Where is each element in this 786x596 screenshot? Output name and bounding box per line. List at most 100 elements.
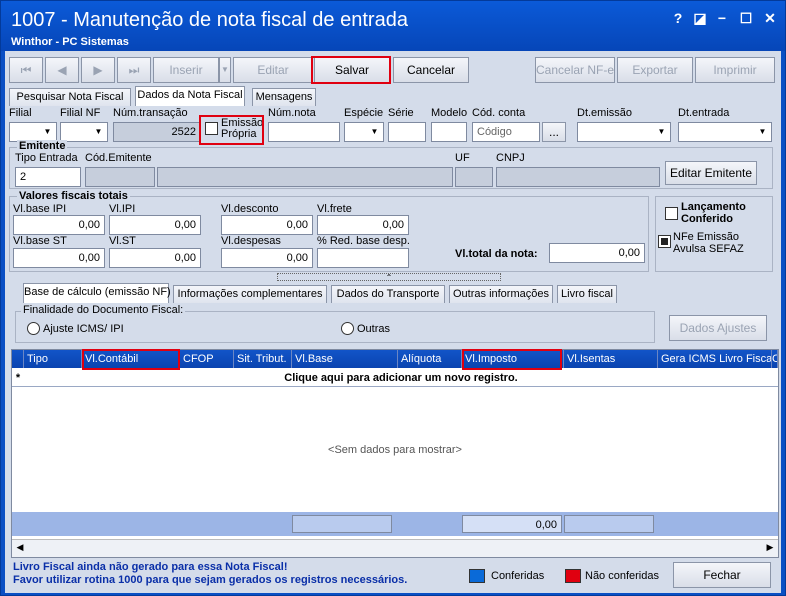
tab-outras-informacoes[interactable]: Outras informações — [449, 285, 553, 303]
vl-base-st-field[interactable]: 0,00 — [13, 248, 105, 268]
especie-select[interactable]: ▼ — [344, 122, 384, 142]
last-record-button[interactable]: ⏭ — [117, 57, 151, 83]
help-icon[interactable]: ? — [669, 9, 687, 27]
col-vl-isentas[interactable]: Vl.Isentas — [564, 350, 658, 368]
vl-ipi-field[interactable]: 0,00 — [109, 215, 201, 235]
editar-emitente-button[interactable]: Editar Emitente — [665, 161, 757, 185]
close-icon[interactable]: ✕ — [761, 9, 779, 27]
new-row-icon: * — [15, 372, 21, 384]
conferidas-swatch — [469, 569, 485, 583]
conferidas-label: Conferidas — [491, 570, 545, 582]
scroll-left-icon[interactable]: ◀ — [14, 542, 26, 555]
valores-title: Valores fiscais totais — [17, 190, 130, 202]
first-record-button[interactable]: ⏮ — [9, 57, 43, 83]
filial-nf-select[interactable]: ▼ — [60, 122, 108, 142]
outras-radio[interactable] — [341, 322, 354, 335]
chevron-down-icon: ▼ — [43, 127, 52, 136]
uf-field — [455, 167, 493, 187]
cod-conta-field[interactable]: Código — [472, 122, 540, 142]
col-vl-base[interactable]: Vl.Base — [292, 350, 398, 368]
checkbox-checked-icon — [661, 238, 668, 245]
chevron-down-icon: ▼ — [657, 127, 666, 136]
inserir-dropdown-icon[interactable]: ▼ — [219, 57, 231, 83]
nfe-emissao-label: NFe Emissão Avulsa SEFAZ — [673, 231, 744, 255]
nao-conferidas-label: Não conferidas — [585, 570, 659, 582]
inserir-button[interactable]: Inserir — [153, 57, 219, 83]
restore-icon[interactable]: ◪ — [691, 9, 709, 27]
outras-label: Outras — [357, 323, 391, 335]
col-cfop[interactable]: CFOP — [180, 350, 234, 368]
tab-mensagens[interactable]: Mensagens — [252, 88, 316, 106]
red-base-field[interactable] — [317, 248, 409, 268]
col-tipo[interactable]: Tipo — [24, 350, 82, 368]
cancelar-nfe-button[interactable]: Cancelar NF-e — [535, 57, 615, 83]
tab-info-complementares[interactable]: Informações complementares — [173, 285, 327, 303]
dt-entrada-field[interactable]: ▼ — [678, 122, 772, 142]
col-gera-icms[interactable]: Gera ICMS Livro Fiscal — [658, 350, 772, 368]
dados-ajustes-button[interactable]: Dados Ajustes — [669, 315, 767, 341]
num-transacao-label: Núm.transação — [113, 107, 188, 119]
next-record-button[interactable]: ▶ — [81, 57, 115, 83]
vl-despesas-field[interactable]: 0,00 — [221, 248, 313, 268]
vl-total-label: Vl.total da nota: — [455, 248, 538, 260]
tipo-entrada-label: Tipo Entrada — [15, 152, 78, 164]
num-nota-label: Núm.nota — [268, 107, 316, 119]
filial-nf-label: Filial NF — [60, 107, 101, 119]
vl-frete-field[interactable]: 0,00 — [317, 215, 409, 235]
new-row[interactable]: * Clique aqui para adicionar um novo reg… — [12, 369, 778, 387]
vl-frete-label: Vl.frete — [317, 203, 352, 215]
cod-emitente-label: Cód.Emitente — [85, 152, 152, 164]
ajuste-icms-radio[interactable] — [27, 322, 40, 335]
dt-entrada-label: Dt.entrada — [678, 107, 730, 119]
tipo-entrada-field[interactable]: 2 — [15, 167, 81, 187]
chevron-down-icon: ▼ — [94, 127, 103, 136]
ajuste-icms-label: Ajuste ICMS/ IPI — [43, 323, 124, 335]
tab-livro-fiscal[interactable]: Livro fiscal — [557, 285, 617, 303]
modelo-label: Modelo — [431, 107, 468, 119]
col-aliquota[interactable]: Alíquota — [398, 350, 462, 368]
vl-base-ipi-label: Vl.base IPI — [13, 203, 67, 215]
vl-base-ipi-field[interactable]: 0,00 — [13, 215, 105, 235]
collapse-splitter[interactable]: ⌃ — [277, 273, 501, 282]
lancamento-conferido-checkbox[interactable] — [665, 207, 678, 220]
chevron-down-icon: ▼ — [370, 127, 379, 136]
num-transacao-field: 2522 — [113, 122, 201, 142]
client-area: ⏮ ◀ ▶ ⏭ Inserir ▼ Editar Salvar Cancelar… — [5, 51, 781, 593]
tab-pesquisar[interactable]: Pesquisar Nota Fiscal — [9, 88, 131, 106]
col-c[interactable]: C — [772, 350, 778, 368]
filial-select[interactable]: ▼ — [9, 122, 57, 142]
editar-button[interactable]: Editar — [233, 57, 313, 83]
window-subtitle: Winthor - PC Sistemas — [11, 36, 129, 48]
red-base-label: % Red. base desp. — [317, 235, 410, 247]
minimize-icon[interactable]: − — [713, 9, 731, 27]
exportar-button[interactable]: Exportar — [617, 57, 693, 83]
num-nota-field[interactable] — [268, 122, 340, 142]
tab-base-calculo[interactable]: Base de cálculo (emissão NF) — [23, 283, 171, 303]
fechar-button[interactable]: Fechar — [673, 562, 771, 588]
vl-desconto-field[interactable]: 0,00 — [221, 215, 313, 235]
tab-dados[interactable]: Dados da Nota Fiscal — [135, 86, 245, 106]
footer-vl-base — [292, 515, 392, 533]
dt-emissao-field[interactable]: ▼ — [577, 122, 671, 142]
cod-conta-lookup-button[interactable]: ... — [542, 122, 566, 142]
maximize-icon[interactable]: ☐ — [737, 9, 755, 27]
base-calculo-grid[interactable]: Tipo Vl.Contábil CFOP Sit. Tribut. Vl.Ba… — [11, 349, 779, 558]
modelo-field[interactable] — [431, 122, 467, 142]
vl-st-field[interactable]: 0,00 — [109, 248, 201, 268]
col-sit-tribut[interactable]: Sit. Tribut. — [234, 350, 292, 368]
prev-record-button[interactable]: ◀ — [45, 57, 79, 83]
horizontal-scrollbar[interactable]: ◀ ▶ — [12, 539, 778, 557]
vl-base-st-label: Vl.base ST — [13, 235, 67, 247]
especie-label: Espécie — [344, 107, 384, 119]
nfe-emissao-checkbox[interactable] — [658, 235, 671, 248]
footer-vl-imposto: 0,00 — [462, 515, 562, 533]
cod-emitente-field — [85, 167, 155, 187]
imprimir-button[interactable]: Imprimir — [695, 57, 775, 83]
tab-dados-transporte[interactable]: Dados do Transporte — [331, 285, 445, 303]
empty-message: <Sem dados para mostrar> — [328, 444, 462, 456]
vl-despesas-label: Vl.despesas — [221, 235, 281, 247]
serie-field[interactable] — [388, 122, 426, 142]
scroll-right-icon[interactable]: ▶ — [764, 542, 776, 555]
cod-conta-label: Cód. conta — [472, 107, 526, 119]
cancelar-button[interactable]: Cancelar — [393, 57, 469, 83]
